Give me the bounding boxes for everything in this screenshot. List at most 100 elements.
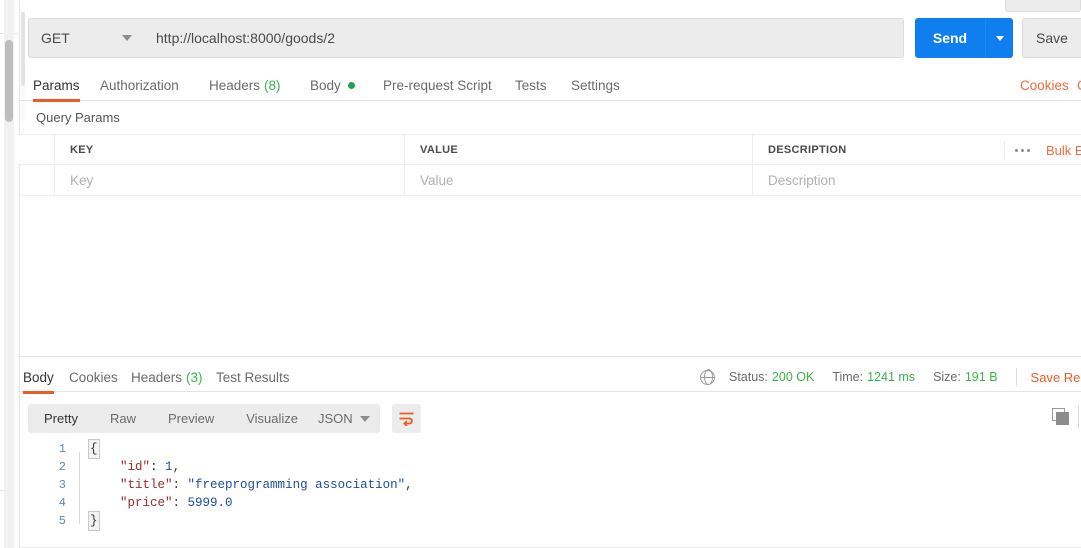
- send-options-button[interactable]: [985, 18, 1013, 58]
- request-tab-pre-request-script[interactable]: Pre-request Script: [383, 70, 492, 101]
- code-token-punc: :: [150, 460, 166, 474]
- cookies-link[interactable]: Cookies: [1020, 70, 1069, 101]
- toolbar-divider: [1078, 406, 1079, 428]
- size-value: 191 B: [964, 370, 998, 384]
- code-token-key: "title": [120, 478, 173, 492]
- code-token-num: 1: [165, 460, 173, 474]
- word-wrap-icon[interactable]: [392, 404, 421, 433]
- key-placeholder: Key: [70, 172, 94, 188]
- time-label: Time:: [832, 370, 864, 384]
- tab-label: Tests: [515, 78, 547, 93]
- table-header-row: KEY VALUE DESCRIPTION Bulk E: [18, 135, 1081, 165]
- tab-label: Test Results: [216, 370, 290, 385]
- code-line-number: 1: [58, 442, 66, 456]
- postman-window: GET http://localhost:8000/goods/2 Send S…: [0, 0, 1081, 548]
- request-tab-tests[interactable]: Tests: [515, 70, 547, 101]
- meta-divider: [1015, 368, 1017, 386]
- code-line: 3 "title": "freeprogramming association"…: [18, 476, 1081, 494]
- code-line: 4 "price": 5999.0: [18, 494, 1081, 512]
- time-item: Time: 1241 ms: [832, 370, 915, 384]
- tab-label: Params: [33, 78, 80, 93]
- query-params-title: Query Params: [36, 110, 120, 125]
- code-line-number: 5: [58, 514, 66, 528]
- query-params-table: KEY VALUE DESCRIPTION Bulk E Key Value D…: [18, 134, 1081, 196]
- header-value-cell: VALUE: [405, 135, 753, 164]
- status-value: 200 OK: [771, 370, 815, 384]
- tab-label: Headers: [209, 78, 261, 93]
- response-tab-test-results[interactable]: Test Results: [216, 362, 290, 393]
- request-tab-body[interactable]: Body: [310, 70, 355, 101]
- body-view-mode-preview[interactable]: Preview: [152, 404, 230, 433]
- code-link[interactable]: C: [1077, 70, 1081, 101]
- response-tab-body[interactable]: Body: [23, 362, 54, 394]
- row-value-cell[interactable]: Value: [405, 165, 753, 195]
- top-cutoff-control[interactable]: [1005, 0, 1081, 12]
- code-line-content: "title": "freeprogramming association",: [90, 476, 413, 494]
- globe-icon: [699, 369, 716, 385]
- url-text: http://localhost:8000/goods/2: [156, 30, 336, 46]
- status-item: Status: 200 OK: [729, 370, 814, 384]
- description-placeholder: Description: [768, 172, 836, 188]
- save-button[interactable]: Save: [1022, 18, 1081, 58]
- send-button[interactable]: Send: [915, 18, 985, 58]
- url-input[interactable]: http://localhost:8000/goods/2: [144, 18, 904, 58]
- body-view-mode-visualize[interactable]: Visualize: [230, 404, 314, 433]
- code-token-brace: {: [88, 439, 100, 459]
- code-line-content: "id": 1,: [90, 458, 180, 476]
- row-description-cell[interactable]: Description: [753, 165, 1081, 195]
- header-key-cell: KEY: [55, 135, 405, 164]
- code-line-content: "price": 5999.0: [90, 494, 233, 512]
- body-view-mode-pretty[interactable]: Pretty: [28, 404, 94, 433]
- time-value: 1241 ms: [867, 370, 916, 384]
- tab-label: Body: [23, 370, 54, 385]
- response-meta-bar: Status: 200 OK Time: 1241 ms Size: 191 B Sa…: [699, 362, 1081, 392]
- response-body-code[interactable]: 1{2 "id": 1, 3 "title": "freeprogramming …: [18, 439, 1081, 548]
- row-key-cell[interactable]: Key: [55, 165, 405, 195]
- body-view-mode-raw[interactable]: Raw: [94, 404, 152, 433]
- request-tab-params[interactable]: Params: [33, 70, 80, 102]
- size-label: Size:: [933, 370, 961, 384]
- status-label: Status:: [729, 370, 768, 384]
- chevron-down-icon: [360, 415, 370, 422]
- tab-label: Headers: [131, 370, 183, 385]
- tab-count-badge: (3): [186, 370, 203, 385]
- code-line: 1{: [18, 439, 1081, 459]
- request-tab-bar: Params Authorization Headers (8) Body Pre-req…: [18, 70, 1081, 102]
- active-tab-underline: [23, 391, 54, 394]
- tab-label: Pre-request Script: [383, 78, 492, 93]
- header-checkbox-cell: [18, 135, 55, 164]
- bulk-edit-link[interactable]: Bulk E: [1046, 135, 1081, 165]
- tab-label: Cookies: [69, 370, 118, 385]
- request-tab-authorization[interactable]: Authorization: [100, 70, 179, 101]
- value-placeholder: Value: [420, 172, 454, 188]
- code-token-str: "freeprogramming association": [187, 478, 406, 492]
- table-row[interactable]: Key Value Description: [18, 165, 1081, 196]
- response-separator: [18, 356, 1081, 357]
- size-item: Size: 191 B: [933, 370, 997, 384]
- code-line-number: 4: [58, 496, 66, 510]
- chevron-down-icon: [995, 35, 1004, 41]
- chevron-down-icon: [122, 35, 132, 41]
- request-tab-headers[interactable]: Headers (8): [209, 70, 281, 101]
- code-line: 2 "id": 1,: [18, 458, 1081, 476]
- response-tab-headers[interactable]: Headers (3): [131, 362, 203, 393]
- column-header-key: KEY: [70, 143, 94, 156]
- column-header-description: DESCRIPTION: [768, 143, 847, 156]
- copy-icon[interactable]: [1050, 408, 1072, 430]
- body-format-label: JSON: [318, 411, 353, 426]
- code-line-number: 3: [58, 478, 66, 492]
- tab-label: Authorization: [100, 78, 179, 93]
- body-present-dot-icon: [347, 82, 355, 89]
- outer-scrollbar-thumb[interactable]: [5, 40, 13, 122]
- body-format-selector[interactable]: JSON: [308, 404, 380, 433]
- code-line-content: }: [88, 511, 100, 531]
- code-line-number: 2: [58, 460, 66, 474]
- row-checkbox-cell[interactable]: [18, 165, 55, 195]
- request-tab-settings[interactable]: Settings: [571, 70, 620, 101]
- more-options-icon[interactable]: [1004, 141, 1040, 159]
- http-method-selector[interactable]: GET: [28, 18, 145, 58]
- active-tab-underline: [33, 99, 80, 102]
- code-token-punc: :: [172, 496, 188, 510]
- response-tab-cookies[interactable]: Cookies: [69, 362, 118, 393]
- save-response-link[interactable]: Save Response: [1031, 370, 1081, 385]
